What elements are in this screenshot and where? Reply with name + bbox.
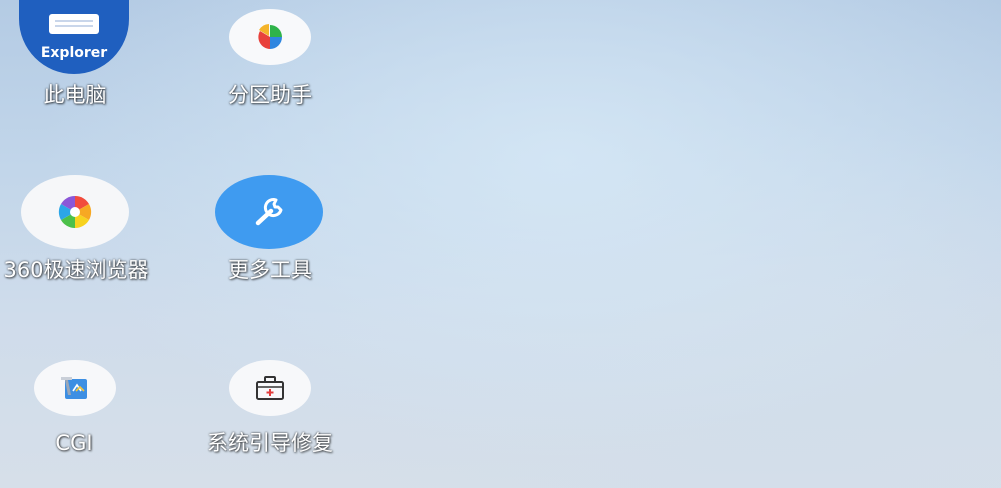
explorer-icon: Explorer — [19, 0, 129, 74]
cgi-backup-icon — [34, 360, 116, 416]
desktop-icon-label: 分区助手 — [228, 83, 312, 107]
wrench-icon — [215, 175, 323, 249]
desktop-icon-more-tools[interactable]: 更多工具 — [205, 175, 335, 290]
desktop-icon-360-browser[interactable]: 360极速浏览器 — [0, 175, 149, 315]
desktop-icon-label: 更多工具 — [228, 258, 312, 282]
desktop-icon-label: CGI — [55, 431, 93, 455]
desktop-icon-partition-assistant[interactable]: 分区助手 — [205, 0, 335, 115]
desktop-icon-cgi[interactable]: CGI — [24, 358, 124, 473]
desktop-icon-this-pc[interactable]: Explorer 此电脑 — [14, 0, 136, 115]
toolbox-icon — [229, 360, 311, 416]
desktop-icon-label: 系统引导修复 — [207, 431, 333, 455]
swirl-browser-icon — [21, 175, 129, 249]
document-tray-icon — [49, 14, 99, 34]
desktop: Explorer 此电脑 分区助手 360极速浏览器 更多工具 CGI 系统引导… — [0, 0, 1001, 488]
explorer-badge-text: Explorer — [40, 45, 108, 61]
desktop-icon-label: 此电脑 — [43, 83, 107, 107]
pie-chart-icon — [229, 9, 311, 65]
desktop-icon-boot-repair[interactable]: 系统引导修复 — [170, 358, 370, 473]
desktop-icon-label: 360极速浏览器 — [3, 258, 149, 282]
